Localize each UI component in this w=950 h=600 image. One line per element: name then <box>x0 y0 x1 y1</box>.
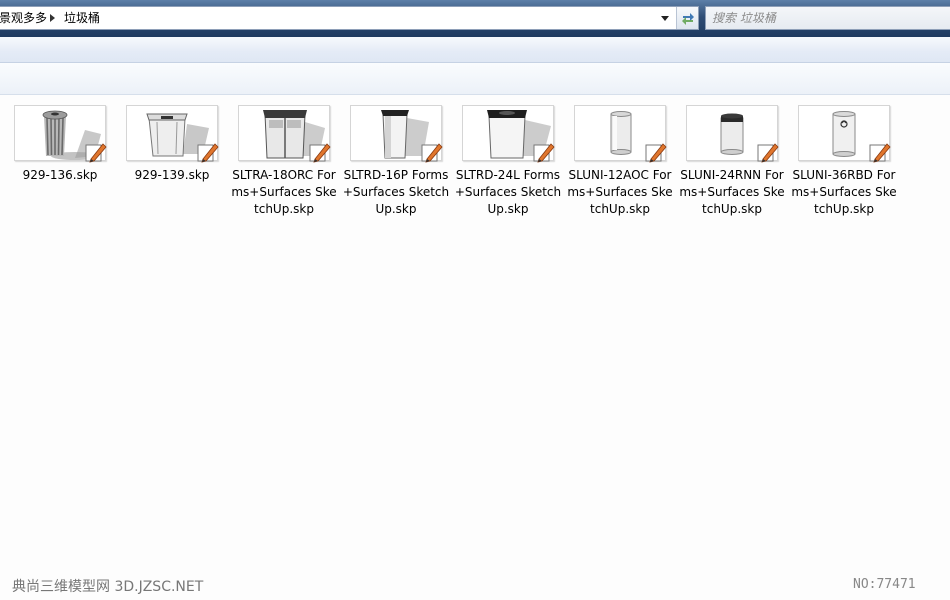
file-name: 929-139.skp <box>134 168 210 182</box>
file-item[interactable]: SLUNI-36RBD Forms+Surfaces SketchUp.skp <box>791 105 897 225</box>
sketchup-file-pencil-icon <box>869 143 891 163</box>
search-box[interactable] <box>705 6 950 30</box>
breadcrumb-current[interactable]: 垃圾桶 <box>64 11 100 25</box>
sketchup-file-pencil-icon <box>197 143 219 163</box>
sketchup-file-pencil-icon <box>533 143 555 163</box>
file-item[interactable]: SLUNI-24RNN Forms+Surfaces SketchUp.skp <box>679 105 785 225</box>
file-thumbnail[interactable] <box>126 105 219 163</box>
file-name: SLUNI-36RBD Forms+Surfaces SketchUp.skp <box>791 168 897 216</box>
breadcrumb-parent[interactable]: 景观多多 <box>0 11 47 25</box>
address-history-dropdown[interactable] <box>655 7 675 29</box>
file-name: SLTRD-16P Forms+Surfaces SketchUp.skp <box>342 168 450 216</box>
file-thumbnail[interactable] <box>462 105 555 163</box>
file-item[interactable]: SLTRD-16P Forms+Surfaces SketchUp.skp <box>343 105 449 225</box>
file-thumbnail[interactable] <box>350 105 443 163</box>
sketchup-file-pencil-icon <box>85 143 107 163</box>
refresh-icon <box>682 13 694 25</box>
file-thumbnail[interactable] <box>14 105 107 163</box>
file-thumbnail[interactable] <box>238 105 331 163</box>
sketchup-file-pencil-icon <box>645 143 667 163</box>
file-name: SLTRA-18ORC Forms+Surfaces SketchUp.skp <box>231 168 337 216</box>
address-bar[interactable]: 景观多多 垃圾桶 <box>0 6 699 30</box>
sketchup-file-pencil-icon <box>757 143 779 163</box>
file-name: SLUNI-24RNN Forms+Surfaces SketchUp.skp <box>679 168 785 216</box>
watermark-site: 典尚三维模型网 3D.JZSC.NET <box>12 579 204 595</box>
watermark-number: NO:77471 <box>853 577 916 592</box>
file-item[interactable]: 929-139.skp <box>124 105 224 225</box>
file-thumbnail[interactable] <box>574 105 667 163</box>
file-item[interactable]: 929-136.skp <box>12 105 112 225</box>
file-item[interactable]: SLUNI-12AOC Forms+Surfaces SketchUp.skp <box>567 105 673 225</box>
file-thumbnail[interactable] <box>686 105 779 163</box>
address-bar-strip: 景观多多 垃圾桶 <box>0 0 950 37</box>
file-name: SLUNI-12AOC Forms+Surfaces SketchUp.skp <box>567 168 673 216</box>
sketchup-file-pencil-icon <box>309 143 331 163</box>
file-item[interactable]: SLTRA-18ORC Forms+Surfaces SketchUp.skp <box>231 105 337 225</box>
breadcrumb-arrow-icon[interactable] <box>50 14 55 22</box>
sketchup-file-pencil-icon <box>421 143 443 163</box>
toolbar <box>0 37 950 63</box>
refresh-button[interactable] <box>676 7 698 29</box>
search-input[interactable] <box>712 9 942 27</box>
file-item[interactable]: SLTRD-24L Forms+Surfaces SketchUp.skp <box>455 105 561 225</box>
file-name: 929-136.skp <box>22 168 98 182</box>
column-header-bar <box>0 63 950 95</box>
file-thumbnail[interactable] <box>798 105 891 163</box>
file-name: SLTRD-24L Forms+Surfaces SketchUp.skp <box>454 168 562 216</box>
file-list: 929-136.skp 929-139.skp SLTRA-18ORC Form… <box>0 95 950 600</box>
